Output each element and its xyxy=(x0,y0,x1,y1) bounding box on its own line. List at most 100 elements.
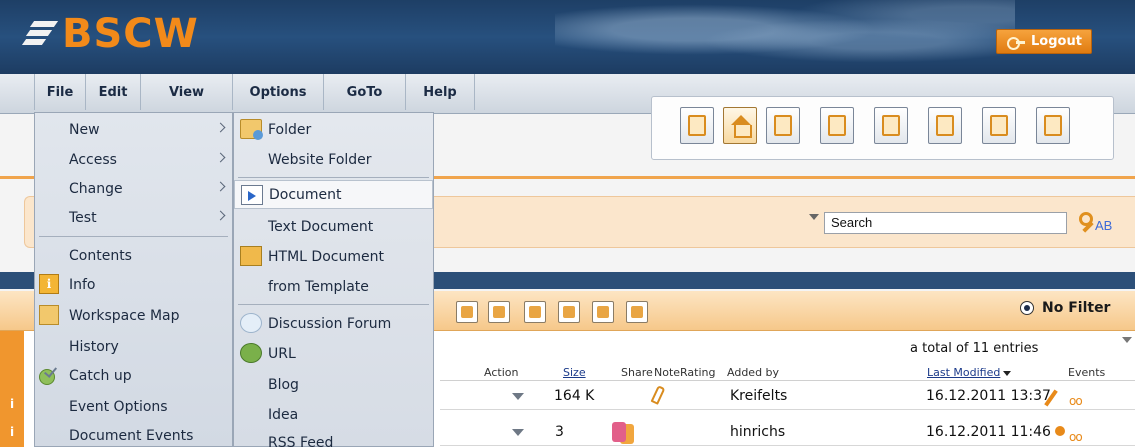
menu-item-access[interactable]: Access xyxy=(35,145,232,174)
info-icon[interactable]: i xyxy=(3,394,21,414)
table-row[interactable]: 3 hinrichs 16.12.2011 11:46 oo xyxy=(440,418,1135,446)
catch-up-icon xyxy=(37,365,59,385)
html-document-icon xyxy=(240,246,262,266)
trash-button[interactable] xyxy=(874,107,908,144)
events-icon[interactable]: oo xyxy=(1044,389,1109,408)
menu-item-new[interactable]: New xyxy=(35,115,232,144)
export-icon[interactable] xyxy=(626,301,648,323)
menu-file[interactable]: File xyxy=(34,74,86,110)
row-size: 164 K xyxy=(554,388,595,404)
members-button[interactable] xyxy=(766,107,800,144)
menu-item-event-options[interactable]: Event Options xyxy=(35,392,232,421)
menu-item-discussion-forum[interactable]: Discussion Forum xyxy=(234,309,433,338)
trash-icon xyxy=(882,115,900,136)
rate-icon[interactable] xyxy=(488,301,510,323)
menu-item-catch-up[interactable]: Catch up xyxy=(35,361,232,390)
menu-item-document-events[interactable]: Document Events xyxy=(35,421,232,447)
action-dropdown-icon[interactable] xyxy=(512,429,524,436)
clipboard-button[interactable] xyxy=(820,107,854,144)
header-action: Action xyxy=(484,366,519,379)
menu-options[interactable]: Options xyxy=(233,74,324,110)
menu-item-history[interactable]: History xyxy=(35,332,232,361)
list-icon[interactable] xyxy=(558,301,580,323)
search-input[interactable]: Search xyxy=(824,212,1067,234)
members-icon xyxy=(774,115,792,136)
menu-separator xyxy=(39,236,228,237)
menu-item-website-folder[interactable]: Website Folder xyxy=(234,145,433,174)
menu-item-workspace-map[interactable]: Workspace Map xyxy=(35,301,232,330)
share-note-icon[interactable] xyxy=(612,422,626,442)
menu-item-text-document[interactable]: Text Document xyxy=(234,212,433,241)
info-icon[interactable]: i xyxy=(3,422,21,442)
address-book-button[interactable] xyxy=(928,107,962,144)
logo-mark-icon xyxy=(21,15,59,53)
header-share: Share xyxy=(621,366,653,379)
home-button[interactable] xyxy=(723,107,757,144)
tasks-button[interactable] xyxy=(1036,107,1070,144)
logout-button[interactable]: Logout xyxy=(996,29,1092,54)
menu-item-test[interactable]: Test xyxy=(35,203,232,232)
table-row[interactable]: 164 K Kreifelts 16.12.2011 13:37 oo xyxy=(440,382,1135,410)
entry-count: a total of 11 entries xyxy=(910,341,1039,356)
menu-item-from-template[interactable]: from Template xyxy=(234,272,433,301)
bookmarks-icon xyxy=(990,115,1008,136)
menu-item-rss-feed[interactable]: RSS Feed xyxy=(234,428,433,447)
menu-view[interactable]: View xyxy=(141,74,233,110)
menu-item-contents[interactable]: Contents xyxy=(35,241,232,270)
events-icon[interactable]: oo xyxy=(1049,425,1109,444)
menu-item-change[interactable]: Change xyxy=(35,174,232,203)
clipboard-view-button[interactable] xyxy=(680,107,714,144)
print-icon[interactable] xyxy=(592,301,614,323)
info-icon: i xyxy=(39,274,59,294)
home-icon xyxy=(731,115,752,138)
menu-separator xyxy=(238,304,429,305)
menu-item-info[interactable]: i Info xyxy=(35,270,232,299)
logo-text: BSCW xyxy=(62,11,199,57)
radio-button[interactable] xyxy=(1020,301,1034,315)
menu-goto[interactable]: GoTo xyxy=(324,74,406,110)
zip-icon[interactable] xyxy=(456,301,478,323)
menu-item-folder[interactable]: Folder xyxy=(234,115,433,144)
header-divider xyxy=(440,380,1135,381)
menu-item-url[interactable]: URL xyxy=(234,339,433,368)
menu-item-html-document[interactable]: HTML Document xyxy=(234,242,433,271)
row-size: 3 xyxy=(555,424,564,440)
no-filter-option[interactable]: No Filter xyxy=(1020,300,1110,316)
menu-separator xyxy=(238,177,429,178)
left-info-column: i i xyxy=(0,331,24,447)
header-last-modified[interactable]: Last Modified xyxy=(927,366,1012,379)
row-last-modified: 16.12.2011 13:37 xyxy=(926,388,1051,404)
note-pin-icon[interactable] xyxy=(650,385,666,405)
action-dropdown-icon[interactable] xyxy=(512,393,524,400)
sort-descending-icon xyxy=(1003,370,1012,376)
grid-icon xyxy=(688,115,706,136)
row-added-by[interactable]: Kreifelts xyxy=(730,388,787,404)
workspace-map-icon xyxy=(39,305,59,325)
copy-icon[interactable] xyxy=(524,301,546,323)
menu-edit[interactable]: Edit xyxy=(86,74,141,110)
tasks-icon xyxy=(1044,115,1062,136)
advanced-search-icon[interactable]: AB xyxy=(1079,210,1121,238)
bscw-logo[interactable]: BSCW xyxy=(21,11,199,57)
url-icon xyxy=(240,343,262,363)
bookmarks-button[interactable] xyxy=(982,107,1016,144)
header-size[interactable]: Size xyxy=(563,366,586,379)
menu-item-blog[interactable]: Blog xyxy=(234,370,433,399)
file-menu-dropdown: New Access Change Test Contents i Info Wo… xyxy=(34,112,233,447)
submenu-arrow-icon xyxy=(215,181,226,192)
row-last-modified: 16.12.2011 11:46 xyxy=(926,424,1051,440)
workspace-toolbar xyxy=(651,96,1114,160)
clipboard-icon xyxy=(828,115,846,136)
menu-help[interactable]: Help xyxy=(406,74,475,110)
folder-icon xyxy=(240,119,263,140)
search-options-dropdown-icon[interactable] xyxy=(809,214,819,220)
header-note: Note xyxy=(654,366,681,379)
document-icon xyxy=(241,185,263,205)
submenu-arrow-icon xyxy=(215,122,226,133)
menu-item-idea[interactable]: Idea xyxy=(234,400,433,429)
logout-label: Logout xyxy=(1031,34,1082,49)
scroll-down-icon[interactable] xyxy=(1122,337,1132,343)
menu-item-document[interactable]: Document xyxy=(234,180,433,209)
row-added-by[interactable]: hinrichs xyxy=(730,424,785,440)
submenu-arrow-icon xyxy=(215,152,226,163)
